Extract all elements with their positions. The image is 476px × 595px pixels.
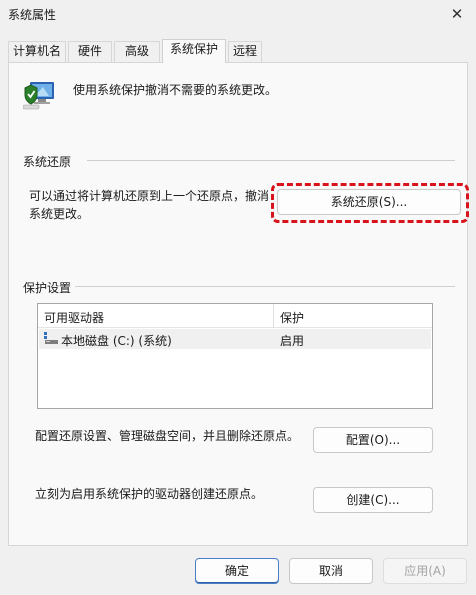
section-divider <box>75 286 455 287</box>
apply-button[interactable]: 应用(A) <box>383 558 467 584</box>
close-icon[interactable]: ✕ <box>444 4 470 24</box>
column-header-protection[interactable]: 保护 <box>280 309 304 326</box>
section-divider <box>87 160 455 161</box>
system-restore-description: 可以通过将计算机还原到上一个还原点，撤消 系统更改。 <box>29 187 279 223</box>
column-separator <box>273 304 274 328</box>
tab-advanced[interactable]: 高级 <box>114 41 160 62</box>
list-item[interactable]: 本地磁盘 (C:) (系统) 启用 <box>39 329 431 349</box>
ok-button[interactable]: 确定 <box>195 558 279 584</box>
column-header-drives[interactable]: 可用驱动器 <box>44 309 104 326</box>
configure-description: 配置还原设置、管理磁盘空间，并且删除还原点。 <box>35 429 300 443</box>
drive-protection-status: 启用 <box>280 334 305 348</box>
create-button[interactable]: 创建(C)... <box>313 487 433 513</box>
drive-name: 本地磁盘 (C:) (系统) <box>61 334 172 348</box>
tab-remote[interactable]: 远程 <box>228 41 262 62</box>
list-header: 可用驱动器 保护 <box>38 304 432 328</box>
system-restore-button[interactable]: 系统还原(S)... <box>277 189 461 215</box>
window-title: 系统属性 <box>8 8 57 22</box>
restore-desc-line-2: 系统更改。 <box>29 207 90 221</box>
intro-text: 使用系统保护撤消不需要的系统更改。 <box>73 83 278 97</box>
configure-button[interactable]: 配置(O)... <box>313 427 433 453</box>
tab-hardware[interactable]: 硬件 <box>68 41 112 62</box>
cancel-button[interactable]: 取消 <box>289 558 373 584</box>
title-bar: 系统属性 ✕ <box>0 0 476 30</box>
drives-list[interactable]: 可用驱动器 保护 本地磁盘 (C:) (系统) 启用 <box>37 303 433 409</box>
system-protection-panel: 使用系统保护撤消不需要的系统更改。 系统还原 可以通过将计算机还原到上一个还原点… <box>8 62 469 546</box>
tab-computer-name[interactable]: 计算机名 <box>8 41 66 62</box>
tab-bar: 计算机名 硬件 高级 系统保护 远程 <box>8 39 468 63</box>
tab-system-protection[interactable]: 系统保护 <box>162 39 226 63</box>
create-description: 立刻为启用系统保护的驱动器创建还原点。 <box>35 487 264 501</box>
protection-settings-heading: 保护设置 <box>23 281 72 295</box>
drive-icon <box>44 332 58 344</box>
restore-desc-line-1: 可以通过将计算机还原到上一个还原点，撤消 <box>29 189 270 203</box>
system-protection-shield-icon <box>23 82 54 110</box>
system-restore-heading: 系统还原 <box>23 155 72 169</box>
